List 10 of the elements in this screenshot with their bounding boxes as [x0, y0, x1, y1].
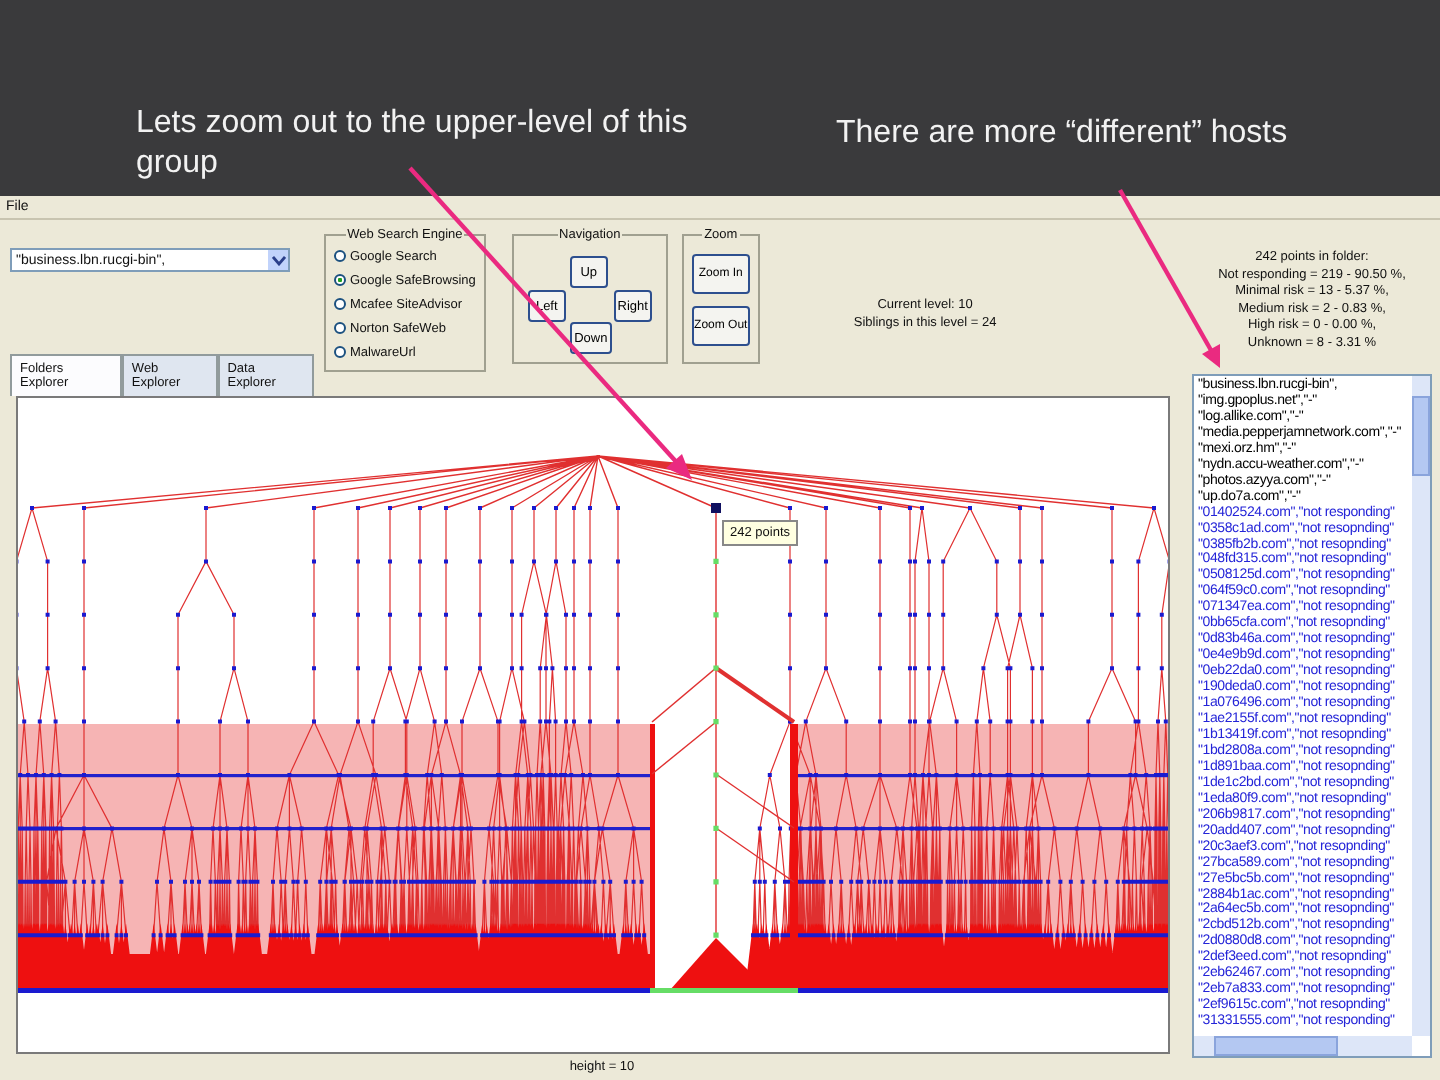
- radio-button[interactable]: [334, 274, 346, 286]
- radio-button[interactable]: [334, 322, 346, 334]
- slide-caption: There are more “different” hosts: [836, 114, 1288, 154]
- radio-button[interactable]: [334, 298, 346, 310]
- horizontal-scrollbar[interactable]: [1194, 1036, 1412, 1056]
- radio-button[interactable]: [334, 250, 346, 262]
- radio-button[interactable]: [334, 346, 346, 358]
- vertical-scrollbar[interactable]: [1412, 376, 1430, 1036]
- slide-caption: Lets zoom out to the upper-level of this group: [136, 104, 690, 184]
- dropdown-arrow-icon: [268, 250, 288, 270]
